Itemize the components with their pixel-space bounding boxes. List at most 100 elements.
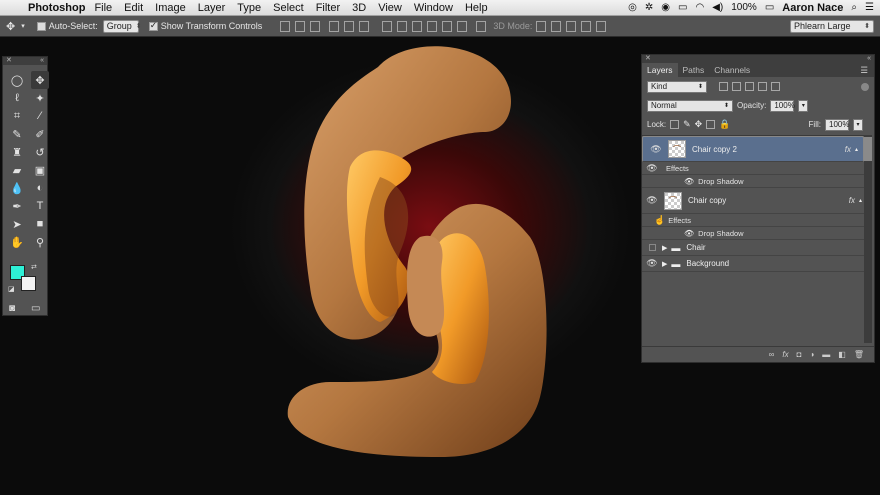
pixel-filter-icon[interactable] bbox=[719, 82, 728, 91]
background-color-swatch[interactable] bbox=[21, 276, 36, 291]
layer-thumbnail[interactable]: ⌒ bbox=[668, 140, 686, 158]
effects-row[interactable]: ☝ Effects bbox=[642, 214, 864, 227]
effect-eye-icon[interactable]: 👁 bbox=[684, 177, 694, 186]
visibility-eye-icon[interactable]: 👁 bbox=[642, 195, 662, 206]
move-tool-icon[interactable]: ✥ bbox=[31, 71, 49, 89]
collapse-effects-icon[interactable]: ▴ bbox=[855, 146, 858, 153]
delete-layer-icon[interactable]: 🗑 bbox=[854, 350, 864, 359]
gradient-tool-icon[interactable]: ▣ bbox=[31, 161, 49, 179]
tab-layers[interactable]: Layers bbox=[642, 63, 678, 77]
blend-mode-dropdown[interactable]: Normal ⬍ bbox=[647, 99, 733, 112]
expand-arrow-icon[interactable]: ▶ bbox=[662, 260, 667, 268]
app-menu[interactable]: Photoshop bbox=[28, 2, 85, 14]
distribute-hcenter-icon[interactable] bbox=[442, 20, 453, 32]
effects-eye-icon[interactable]: 👁 bbox=[642, 163, 662, 174]
search-icon[interactable]: ⌕ bbox=[851, 2, 857, 13]
swap-colors-icon[interactable]: ⇄ bbox=[31, 263, 37, 271]
path-selection-tool-icon[interactable]: ➤ bbox=[8, 215, 26, 233]
distribute-vcenter-icon[interactable] bbox=[397, 20, 408, 32]
close-icon[interactable]: ✕ bbox=[645, 55, 651, 63]
menu-edit[interactable]: Edit bbox=[124, 2, 143, 14]
user-name[interactable]: Aaron Nace bbox=[782, 2, 843, 14]
menu-image[interactable]: Image bbox=[155, 2, 186, 14]
visibility-eye-icon[interactable]: 👁 bbox=[646, 144, 666, 155]
fill-input[interactable]: 100% bbox=[825, 118, 849, 131]
adjustment-layer-icon[interactable]: ◑ bbox=[809, 350, 814, 359]
layer-thumbnail[interactable]: ⌒ bbox=[664, 191, 682, 210]
opacity-input[interactable]: 100% bbox=[770, 99, 795, 112]
lock-all-icon[interactable]: 🔒 bbox=[719, 119, 730, 130]
menu-type[interactable]: Type bbox=[237, 2, 261, 14]
type-filter-icon[interactable] bbox=[745, 82, 754, 91]
adjustment-filter-icon[interactable] bbox=[732, 82, 741, 91]
default-colors-icon[interactable]: ◪ bbox=[8, 285, 15, 293]
menu-layer[interactable]: Layer bbox=[198, 2, 226, 14]
add-style-icon[interactable]: fx bbox=[782, 350, 788, 359]
align-hcenter-icon[interactable] bbox=[344, 20, 355, 32]
audio-icon[interactable]: ◉ bbox=[661, 2, 670, 13]
3d-orbit-icon[interactable] bbox=[536, 20, 547, 32]
smart-object-filter-icon[interactable] bbox=[771, 82, 780, 91]
3d-roll-icon[interactable] bbox=[551, 20, 562, 32]
expand-arrow-icon[interactable]: ▶ bbox=[662, 244, 667, 252]
history-brush-tool-icon[interactable]: ↺ bbox=[31, 143, 49, 161]
clone-stamp-tool-icon[interactable]: ♜ bbox=[8, 143, 26, 161]
healing-brush-tool-icon[interactable]: ✎ bbox=[8, 125, 26, 143]
eraser-tool-icon[interactable]: ▰ bbox=[8, 161, 26, 179]
layers-scrollbar[interactable] bbox=[864, 135, 872, 343]
group-row[interactable]: 👁 ▶ ▬ Background bbox=[642, 256, 864, 272]
align-left-icon[interactable] bbox=[329, 20, 340, 32]
auto-select-checkbox[interactable] bbox=[36, 21, 46, 31]
filter-kind-dropdown[interactable]: Kind ⬍ bbox=[647, 80, 707, 93]
collapse-effects-icon[interactable]: ▴ bbox=[859, 197, 862, 204]
tab-paths[interactable]: Paths bbox=[678, 63, 710, 77]
crop-tool-icon[interactable]: ⌗ bbox=[8, 107, 26, 125]
filter-toggle-icon[interactable] bbox=[861, 82, 869, 91]
link-layers-icon[interactable]: ∞ bbox=[769, 350, 775, 359]
effect-row[interactable]: 👁 Drop Shadow bbox=[642, 227, 864, 240]
move-tool-icon[interactable]: ✥ bbox=[6, 20, 15, 33]
battery-icon[interactable]: ▭ bbox=[765, 2, 774, 13]
group-row[interactable]: ▶ ▬ Chair bbox=[642, 240, 864, 256]
align-right-icon[interactable] bbox=[359, 20, 370, 32]
align-top-icon[interactable] bbox=[280, 20, 291, 32]
layer-name[interactable]: Chair copy bbox=[688, 196, 726, 205]
lock-image-icon[interactable]: ✎ bbox=[683, 119, 691, 130]
layer-name[interactable]: Background bbox=[686, 259, 729, 268]
layer-row[interactable]: 👁 ⌒ Chair copy fx ▴ bbox=[642, 188, 864, 214]
menu-help[interactable]: Help bbox=[465, 2, 488, 14]
lock-artboard-icon[interactable] bbox=[706, 120, 716, 129]
layer-row[interactable]: 👁 ⌒ Chair copy 2 fx ▴ bbox=[642, 136, 864, 162]
effects-row[interactable]: 👁 Effects bbox=[642, 162, 864, 175]
menu-filter[interactable]: Filter bbox=[316, 2, 340, 14]
list-icon[interactable]: ☰ bbox=[865, 2, 874, 13]
tab-channels[interactable]: Channels bbox=[709, 63, 755, 77]
effect-row[interactable]: 👁 Drop Shadow bbox=[642, 175, 864, 188]
show-transform-checkbox[interactable] bbox=[148, 20, 158, 31]
lock-transparent-icon[interactable] bbox=[670, 120, 680, 129]
distribute-right-icon[interactable] bbox=[457, 20, 468, 32]
marquee-tool-icon[interactable]: ◯ bbox=[8, 71, 26, 89]
distribute-left-icon[interactable] bbox=[427, 20, 438, 32]
opacity-slider-icon[interactable]: ▾ bbox=[798, 99, 809, 112]
effect-name[interactable]: Drop Shadow bbox=[698, 177, 743, 186]
add-mask-icon[interactable]: ◘ bbox=[797, 350, 802, 359]
type-tool-icon[interactable]: T bbox=[31, 197, 49, 215]
new-group-icon[interactable]: ▬ bbox=[822, 350, 830, 359]
auto-select-dropdown[interactable]: Group ⬍ bbox=[102, 19, 142, 33]
blur-tool-icon[interactable]: 💧 bbox=[8, 179, 26, 197]
align-vcenter-icon[interactable] bbox=[295, 20, 306, 32]
quick-mask-icon[interactable]: ◙ bbox=[9, 303, 15, 314]
close-icon[interactable]: ✕ bbox=[6, 57, 12, 65]
scrollbar-thumb[interactable] bbox=[864, 137, 872, 161]
magic-wand-tool-icon[interactable]: ✦ bbox=[31, 89, 49, 107]
panel-menu-icon[interactable]: ☰ bbox=[854, 63, 874, 77]
collapse-icon[interactable]: « bbox=[867, 55, 871, 63]
wifi-icon[interactable]: ◠ bbox=[695, 2, 704, 13]
fill-slider-icon[interactable]: ▾ bbox=[853, 118, 863, 131]
workspace-dropdown[interactable]: Phlearn Large ⬍ bbox=[790, 19, 874, 33]
fx-icon[interactable]: fx bbox=[845, 145, 851, 154]
creative-cloud-icon[interactable]: ◎ bbox=[628, 2, 637, 13]
zoom-tool-icon[interactable]: ⚲ bbox=[31, 233, 49, 251]
visibility-eye-icon[interactable]: 👁 bbox=[642, 258, 662, 269]
